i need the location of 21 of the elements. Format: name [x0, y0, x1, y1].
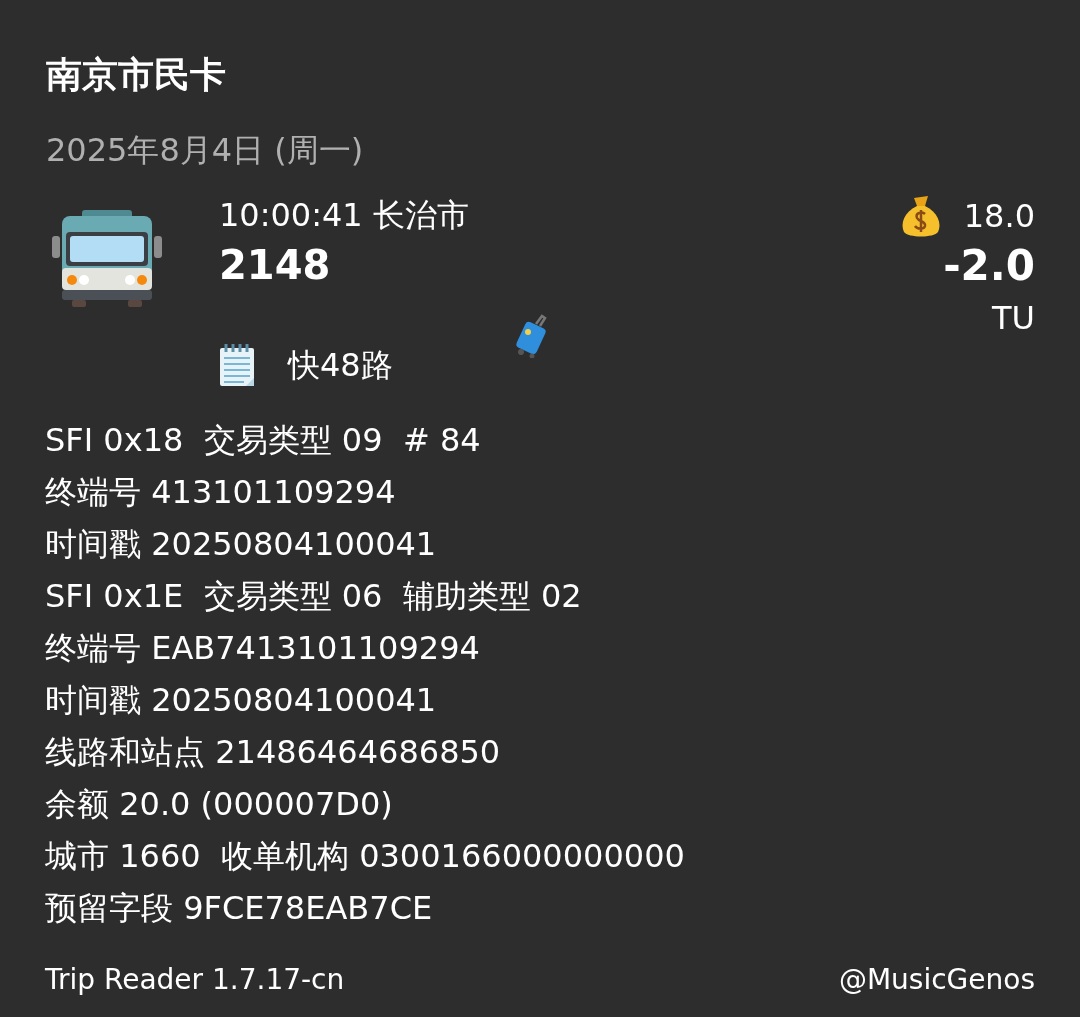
detail-line: 终端号 413101109294 — [45, 472, 396, 513]
detail-line: 余额 20.0 (000007D0) — [45, 784, 393, 825]
fare-amount: -2.0 — [943, 240, 1035, 292]
detail-line: 线路和站点 21486464686850 — [45, 732, 501, 773]
bus-icon — [50, 210, 164, 310]
detail-line: SFI 0x1E 交易类型 06 辅助类型 02 — [45, 576, 582, 617]
card-title: 南京市民卡 — [46, 53, 227, 97]
mode-code: TU — [992, 298, 1035, 338]
detail-line: 预留字段 9FCE78EAB7CE — [45, 888, 433, 929]
detail-line: 城市 1660 收单机构 0300166000000000 — [45, 836, 685, 877]
trip-time-place: 10:00:41 长治市 — [219, 195, 469, 236]
detail-line: 终端号 EAB7413101109294 — [45, 628, 480, 669]
balance-amount: 18.0 — [963, 196, 1035, 237]
detail-line: 时间戳 20250804100041 — [45, 680, 437, 721]
detail-line: SFI 0x18 交易类型 09 # 84 — [45, 420, 481, 461]
app-version: Trip Reader 1.7.17-cn — [45, 962, 345, 998]
author-credit: @MusicGenos — [838, 962, 1035, 998]
trip-date: 2025年8月4日 (周一) — [46, 130, 365, 171]
line-name: 快48路 — [288, 345, 393, 386]
route-number: 2148 — [219, 241, 331, 290]
detail-line: 时间戳 20250804100041 — [45, 524, 437, 565]
